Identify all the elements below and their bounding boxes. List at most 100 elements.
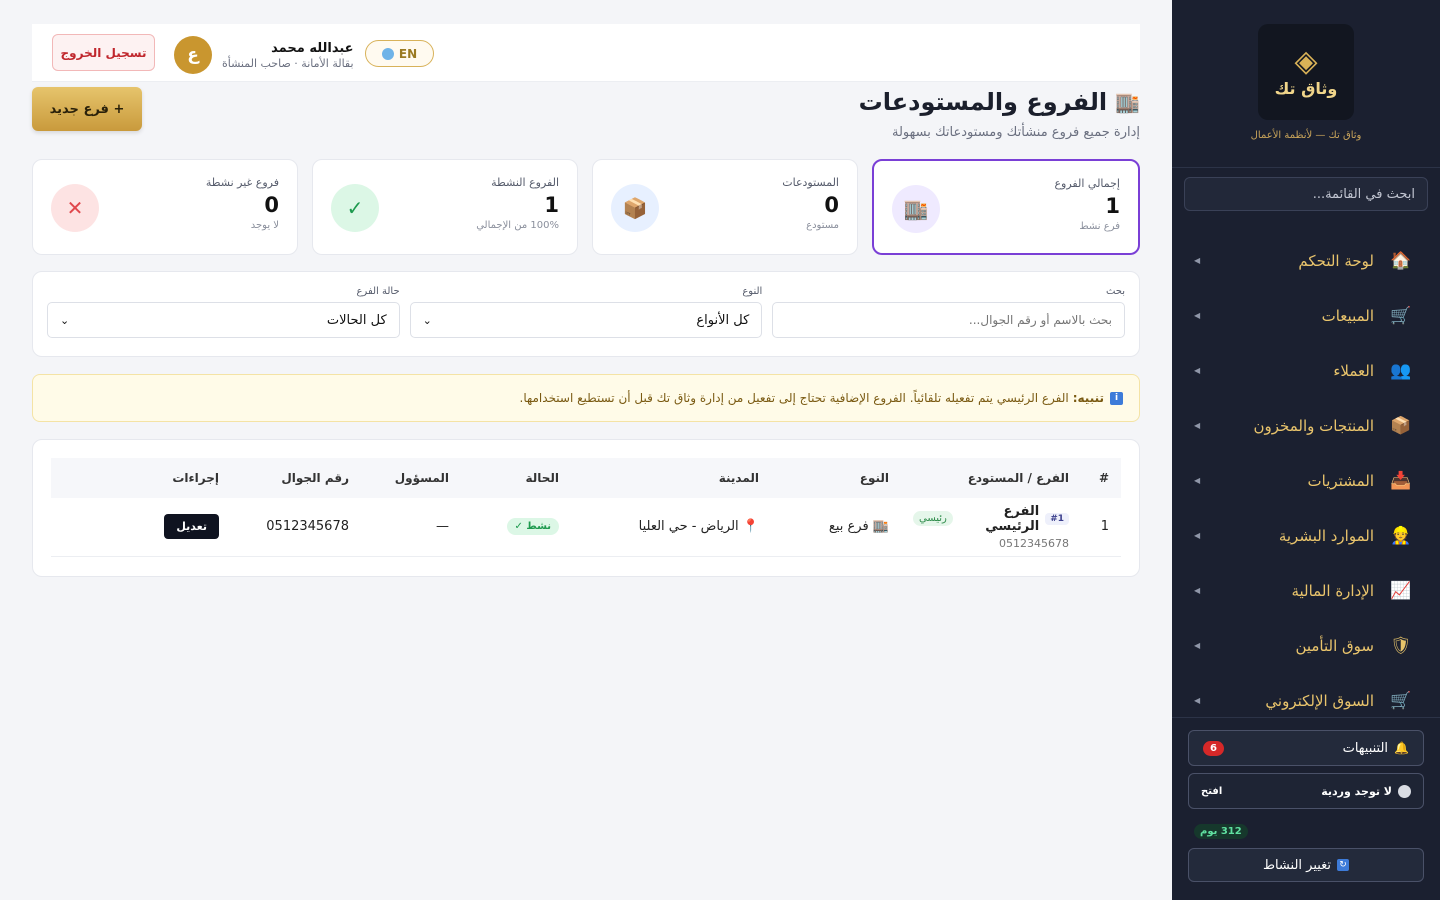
brand-logo[interactable]: ◈ وثاق تك — [1258, 24, 1354, 120]
chevron-left-icon: ◀ — [1194, 641, 1201, 650]
logo-mark-icon: ◈ — [1294, 43, 1318, 79]
filter-search: بحث — [772, 286, 1125, 356]
notifications-badge: 6 — [1203, 740, 1224, 756]
main-content: تسجيل الخروج عبدالله محمد بقالة الأمانة … — [32, 24, 1140, 577]
page-header: 🏬 الفروع والمستودعات إدارة جميع فروع منش… — [32, 86, 1140, 166]
cell-type: 🏬 فرع بيع — [771, 498, 901, 557]
sidebar-item-label: العملاء — [1333, 361, 1374, 380]
page-title-text: الفروع والمستودعات — [858, 88, 1108, 116]
status-dot-icon — [1398, 784, 1411, 798]
cell-phone: 0512345678 — [231, 498, 361, 557]
page-title: 🏬 الفروع والمستودعات — [859, 88, 1140, 116]
logout-button[interactable]: تسجيل الخروج — [52, 34, 155, 71]
logo-area: ◈ وثاق تك وثاق تك — لأنظمة الأعمال — [1172, 0, 1440, 168]
pin-icon: 📍 — [742, 519, 759, 535]
chevron-down-icon: ⌄ — [422, 313, 432, 327]
cell-actions: تعديل — [51, 498, 231, 557]
branch-name-text: الفرع الرئيسي — [985, 503, 1040, 534]
cart-icon: 🛒 — [1390, 690, 1412, 711]
house-icon: 🏠 — [1390, 250, 1412, 271]
bell-icon: 🔔 — [1394, 741, 1409, 755]
switch-activity-button[interactable]: ↻ تغيير النشاط — [1188, 848, 1424, 882]
notifications-button[interactable]: 🔔 التنبيهات 6 — [1188, 730, 1424, 766]
branch-number-tag: #1 — [1045, 512, 1069, 525]
user-info: عبدالله محمد بقالة الأمانة · صاحب المنشأ… — [222, 41, 354, 70]
box-icon: 📦 — [1390, 415, 1412, 436]
cell-city: 📍 الرياض - حي العليا — [571, 498, 771, 557]
sidebar-item-insurance[interactable]: 🛡 سوق التأمين ◀ — [1172, 618, 1440, 673]
shift-status: لا توجد وردية افتح — [1188, 773, 1424, 809]
person-icon: 👷 — [1390, 525, 1412, 546]
sidebar-item-label: المنتجات والمخزون — [1253, 416, 1374, 435]
sidebar-search[interactable] — [1184, 177, 1428, 211]
filter-type: النوع كل الأنواع ⌄ — [409, 286, 763, 356]
status-select[interactable]: كل الحالات ⌄ — [46, 302, 400, 338]
user-profile[interactable]: عبدالله محمد بقالة الأمانة · صاحب المنشأ… — [174, 36, 354, 74]
close-icon: ✕ — [51, 184, 99, 232]
user-role: بقالة الأمانة · صاحب المنشأة — [222, 56, 354, 70]
branches-table-card: # الفرع / المستودع النوع المدينة الحالة … — [32, 439, 1140, 577]
col-status: الحالة — [461, 458, 571, 498]
cart-icon: 🛒 — [1390, 305, 1412, 326]
col-index: # — [1081, 458, 1121, 498]
filter-status: حالة الفرع كل الحالات ⌄ — [46, 286, 400, 356]
new-branch-button[interactable]: + فرع جديد — [32, 87, 142, 131]
type-text: فرع بيع — [828, 519, 869, 535]
refresh-icon: ↻ — [1337, 859, 1350, 871]
notice-text: الفرع الرئيسي يتم تفعيله تلقائياً. الفرو… — [519, 391, 1069, 405]
chevron-left-icon: ◀ — [1194, 421, 1201, 430]
stat-card-total-branches[interactable]: إجمالي الفروع 1 فرع نشط 🏬 — [872, 159, 1140, 255]
sidebar-item-purchases[interactable]: 📥 المشتريات ◀ — [1172, 453, 1440, 508]
logo-name: وثاق تك — [1274, 78, 1338, 98]
search-input[interactable] — [772, 302, 1125, 338]
stat-card-inactive-branches[interactable]: فروع غير نشطة 0 لا يوجد ✕ — [32, 159, 298, 255]
language-label: EN — [398, 46, 418, 61]
city-text: الرياض - حي العليا — [638, 519, 739, 535]
building-icon: 🏬 — [872, 519, 889, 535]
notice-bold: تنبيه: — [1072, 391, 1104, 405]
chevron-left-icon: ◀ — [1194, 311, 1201, 320]
branch-phone: 0512345678 — [999, 536, 1069, 550]
cell-branch: #1 الفرع الرئيسي رئيسي 0512345678 — [901, 498, 1081, 557]
chevron-left-icon: ◀ — [1194, 586, 1201, 595]
chevron-left-icon: ◀ — [1194, 696, 1201, 705]
edit-button[interactable]: تعديل — [164, 514, 219, 540]
col-type: النوع — [771, 458, 901, 498]
sidebar-item-finance[interactable]: 📈 الإدارة المالية ◀ — [1172, 563, 1440, 618]
chevron-left-icon: ◀ — [1194, 366, 1201, 375]
stats-row: إجمالي الفروع 1 فرع نشط 🏬 المستودعات 0 م… — [32, 159, 1140, 255]
sidebar-footer: 🔔 التنبيهات 6 لا توجد وردية افتح 312 يوم… — [1172, 717, 1440, 900]
sidebar-search-input[interactable] — [1197, 186, 1415, 202]
type-select[interactable]: كل الأنواع ⌄ — [409, 302, 763, 338]
sidebar-item-products[interactable]: 📦 المنتجات والمخزون ◀ — [1172, 398, 1440, 453]
sidebar-item-sales[interactable]: 🛒 المبيعات ◀ — [1172, 288, 1440, 343]
sidebar-item-dashboard[interactable]: 🏠 لوحة التحكم ◀ — [1172, 233, 1440, 288]
user-name: عبدالله محمد — [271, 40, 354, 56]
sidebar-item-label: الإدارة المالية — [1291, 581, 1374, 600]
col-branch: الفرع / المستودع — [901, 458, 1081, 498]
shield-icon: 🛡 — [1390, 635, 1412, 656]
chevron-down-icon: ⌄ — [59, 313, 70, 327]
sidebar-item-label: السوق الإلكتروني — [1265, 691, 1374, 710]
open-shift-button[interactable]: افتح — [1201, 786, 1222, 797]
check-icon: ✓ — [331, 184, 379, 232]
col-manager: المسؤول — [361, 458, 461, 498]
branch-name[interactable]: #1 الفرع الرئيسي رئيسي — [913, 504, 1069, 534]
sidebar-item-label: سوق التأمين — [1295, 636, 1374, 655]
chevron-left-icon: ◀ — [1194, 476, 1201, 485]
chevron-left-icon: ◀ — [1194, 531, 1201, 540]
avatar: ع — [174, 36, 212, 74]
type-select-value: كل الأنواع — [696, 312, 750, 328]
filter-type-label: النوع — [742, 286, 763, 297]
language-toggle-button[interactable]: EN — [365, 40, 434, 67]
stat-card-warehouses[interactable]: المستودعات 0 مستودع 📦 — [592, 159, 858, 255]
sidebar: ◈ وثاق تك وثاق تك — لأنظمة الأعمال 🏠 لوح… — [1172, 0, 1440, 900]
sidebar-item-label: لوحة التحكم — [1298, 251, 1374, 270]
building-icon: 🏬 — [892, 185, 940, 233]
sidebar-item-customers[interactable]: 👥 العملاء ◀ — [1172, 343, 1440, 398]
col-city: المدينة — [571, 458, 771, 498]
status-badge: نشط ✓ — [506, 518, 559, 536]
stat-card-active-branches[interactable]: الفروع النشطة 1 100% من الإجمالي ✓ — [312, 159, 578, 255]
sidebar-item-hr[interactable]: 👷 الموارد البشرية ◀ — [1172, 508, 1440, 563]
box-icon: 📦 — [611, 184, 659, 232]
